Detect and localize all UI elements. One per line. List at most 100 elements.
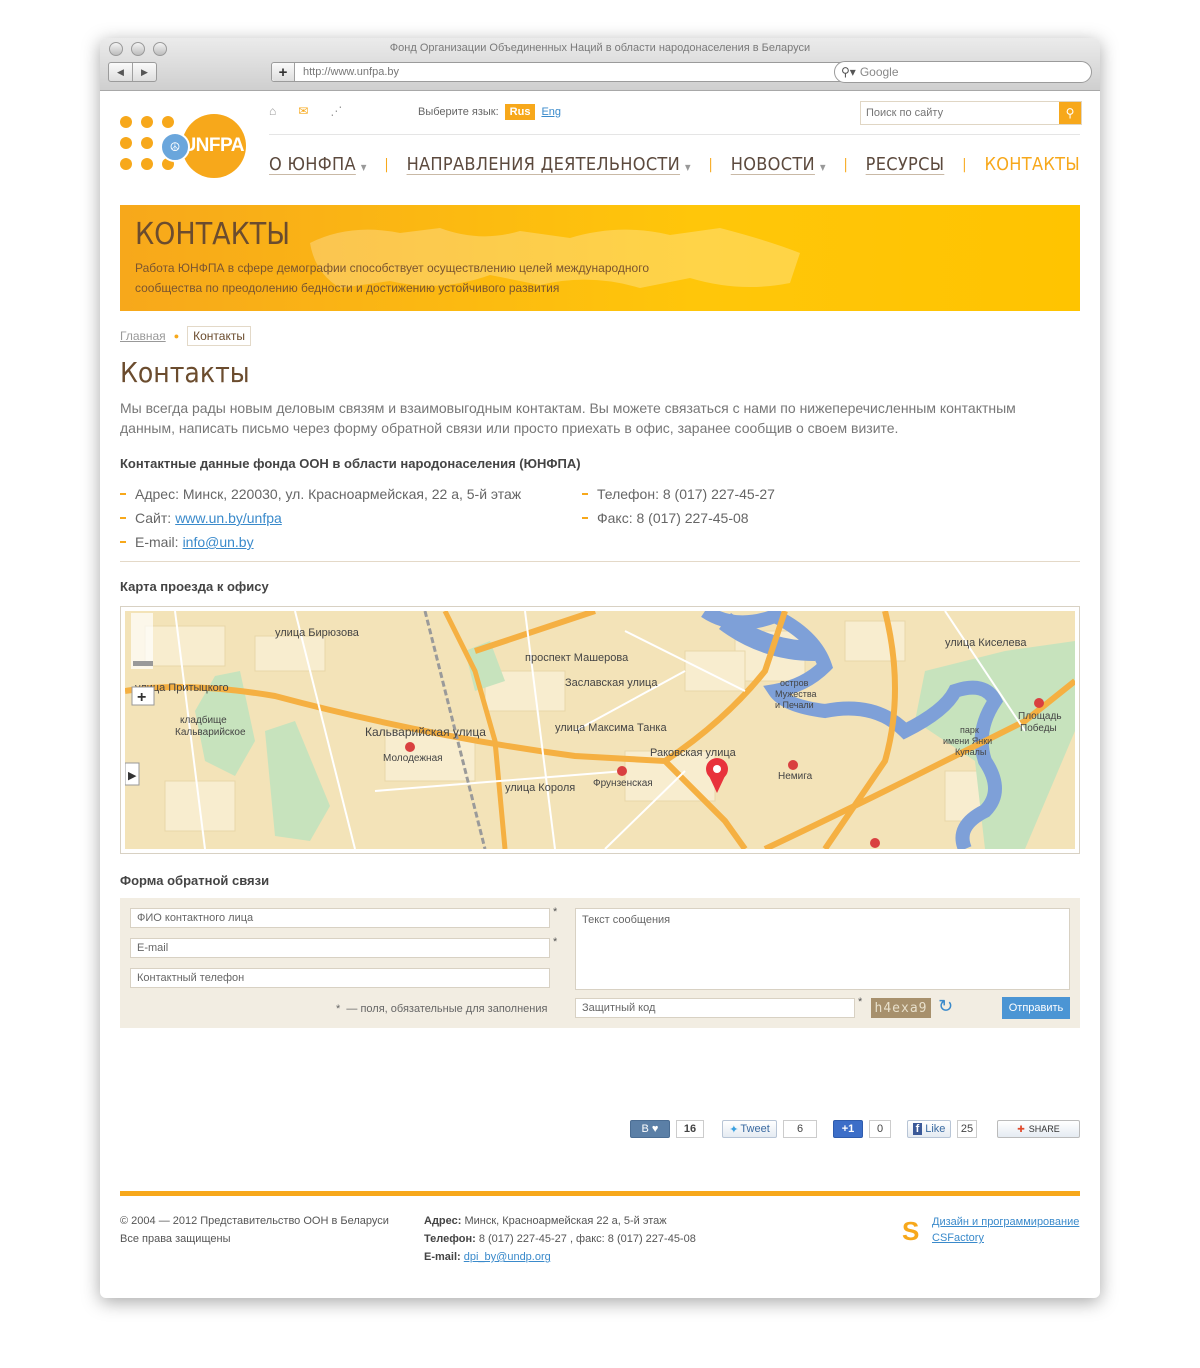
design-credit-link[interactable]: Дизайн и программирование	[932, 1216, 1079, 1228]
back-button[interactable]: ◀	[109, 63, 132, 81]
address-bar[interactable]: + http://www.unfpa.by ↻	[271, 62, 925, 82]
language-label: Выберите язык:	[418, 106, 499, 118]
vk-share[interactable]: B ♥ 16	[630, 1120, 704, 1138]
forward-button[interactable]: ▶	[132, 63, 156, 81]
browser-toolbar: Фонд Организации Объединенных Наций в об…	[100, 38, 1100, 91]
search-button-icon[interactable]: ⚲	[1059, 102, 1081, 124]
utility-icons: ⌂ ✉ ⋰	[269, 104, 342, 118]
chevron-down-icon: ▼	[819, 163, 826, 172]
browser-search-field[interactable]: ⚲▾ Google	[834, 61, 1092, 83]
url-text[interactable]: http://www.unfpa.by	[295, 66, 904, 78]
nav-item-about[interactable]: О ЮНФПА ▼	[269, 154, 366, 175]
map-label: Кальварийское	[175, 727, 246, 738]
map-label: кладбище	[180, 714, 227, 726]
map-label: Победы	[1020, 722, 1057, 734]
metro-icon	[405, 742, 415, 752]
footer-divider	[120, 1191, 1080, 1196]
csfactory-link[interactable]: CSFactory	[932, 1232, 984, 1244]
banner-text: Работа ЮНФПА в сфере демографии способст…	[135, 261, 650, 295]
nav-item-resources[interactable]: РЕСУРСЫ	[866, 154, 945, 175]
gplus-share[interactable]: +1 0	[833, 1120, 891, 1138]
refresh-captcha-icon[interactable]: ↻	[938, 996, 953, 1017]
chevron-down-icon: ▼	[685, 163, 691, 172]
vk-count: 16	[676, 1120, 704, 1138]
map-label: Купалы	[955, 747, 986, 757]
csfactory-logo-icon[interactable]: S	[902, 1218, 924, 1244]
metro-icon	[617, 766, 627, 776]
like-count: 25	[957, 1120, 977, 1138]
lang-rus-button[interactable]: Rus	[504, 104, 536, 120]
site-search-input[interactable]	[861, 102, 1059, 124]
nav-separator: |	[384, 156, 389, 173]
phone-field[interactable]: Контактный телефон	[130, 968, 550, 988]
intro-text: Мы всегда рады новым деловым связям и вз…	[120, 400, 1016, 436]
site-search: ⚲	[860, 101, 1082, 125]
map-label: улица Короля	[505, 782, 575, 794]
map-label: парк	[960, 725, 979, 735]
unfpa-logo[interactable]: UNFPA ☮	[120, 114, 252, 178]
map-label: Заславская улица	[565, 677, 658, 689]
vk-button[interactable]: B ♥	[630, 1120, 670, 1138]
footer-design-credit: Дизайн и программирование CSFactory	[932, 1214, 1079, 1246]
map-label: Молодежная	[383, 753, 443, 764]
metro-icon	[870, 838, 880, 848]
footer-email-link[interactable]: dpi_by@undp.org	[464, 1251, 551, 1263]
captcha-input[interactable]: Защитный код	[575, 998, 855, 1018]
nav-separator: |	[962, 156, 967, 173]
email-link[interactable]: info@un.by	[183, 534, 254, 550]
contacts-list-left: Адрес: Минск, 220030, ул. Красноармейска…	[120, 482, 521, 554]
share-button[interactable]: ✚ SHARE	[997, 1120, 1080, 1138]
contact-phone: Телефон: 8 (017) 227-45-27	[582, 482, 775, 506]
gplus-button[interactable]: +1	[833, 1120, 863, 1138]
home-icon[interactable]: ⌂	[269, 104, 276, 118]
feedback-form-heading: Форма обратной связи	[120, 873, 270, 888]
map-label: Площадь	[1018, 711, 1062, 722]
map-expand-control[interactable]: ▶	[125, 762, 140, 786]
addthis-share[interactable]: ✚ SHARE	[997, 1120, 1080, 1138]
gplus-count: 0	[869, 1120, 891, 1138]
email-field[interactable]: E-mail	[130, 938, 550, 958]
nav-item-news[interactable]: НОВОСТИ ▼	[731, 154, 826, 175]
site-link[interactable]: www.un.by/unfpa	[175, 510, 282, 526]
svg-text:+: +	[137, 689, 146, 706]
mail-icon[interactable]: ✉	[298, 104, 308, 118]
breadcrumb-current: Контакты	[187, 326, 251, 346]
office-map[interactable]: улица Бирюзова улица Притыцкого кладбище…	[120, 606, 1080, 854]
contacts-heading: Контактные данные фонда ООН в области на…	[120, 456, 581, 471]
nav-item-directions[interactable]: НАПРАВЛЕНИЯ ДЕЯТЕЛЬНОСТИ ▼	[407, 154, 691, 175]
add-bookmark-button[interactable]: +	[272, 63, 295, 81]
facebook-share[interactable]: f Like 25	[907, 1120, 977, 1138]
breadcrumb-home-link[interactable]: Главная	[120, 329, 166, 343]
tweet-count: 6	[783, 1120, 817, 1138]
map-zoom-control[interactable]: +	[131, 613, 155, 706]
lang-eng-link[interactable]: Eng	[541, 106, 561, 118]
nav-separator: |	[708, 156, 713, 173]
like-button[interactable]: f Like	[907, 1120, 951, 1138]
required-star: *	[858, 996, 863, 1008]
map-label: Кальварийская улица	[365, 725, 486, 739]
map-label: Фрунзенская	[593, 778, 653, 789]
chevron-down-icon: ▼	[360, 163, 367, 172]
banner-title: КОНТАКТЫ	[135, 217, 291, 252]
logo-circle: UNFPA	[182, 114, 246, 178]
window-title: Фонд Организации Объединенных Наций в об…	[389, 42, 811, 54]
submit-button[interactable]: Отправить	[1002, 997, 1070, 1019]
breadcrumb-separator: ●	[173, 331, 180, 341]
section-divider	[120, 561, 1080, 562]
name-field[interactable]: ФИО контактного лица	[130, 908, 550, 928]
map-canvas[interactable]: улица Бирюзова улица Притыцкого кладбище…	[125, 611, 1075, 849]
metro-icon	[1034, 698, 1044, 708]
sitemap-icon[interactable]: ⋰	[330, 104, 342, 118]
nav-item-contacts[interactable]: КОНТАКТЫ	[984, 154, 1079, 175]
map-label: улица Максима Танка	[555, 722, 667, 734]
facebook-icon: f	[912, 1123, 923, 1135]
tweet-button[interactable]: ✦ Tweet	[722, 1120, 777, 1138]
contact-fax: Факс: 8 (017) 227-45-08	[582, 506, 775, 530]
share-icon: ✚	[1017, 1123, 1025, 1134]
twitter-share[interactable]: ✦ Tweet 6	[722, 1120, 817, 1138]
message-textarea[interactable]: Текст сообщения	[575, 908, 1070, 990]
map-label: проспект Машерова	[525, 652, 629, 664]
browser-search-placeholder: Google	[859, 65, 899, 79]
breadcrumb: Главная ● Контакты	[120, 326, 251, 346]
map-label: имени Янки	[943, 736, 992, 746]
